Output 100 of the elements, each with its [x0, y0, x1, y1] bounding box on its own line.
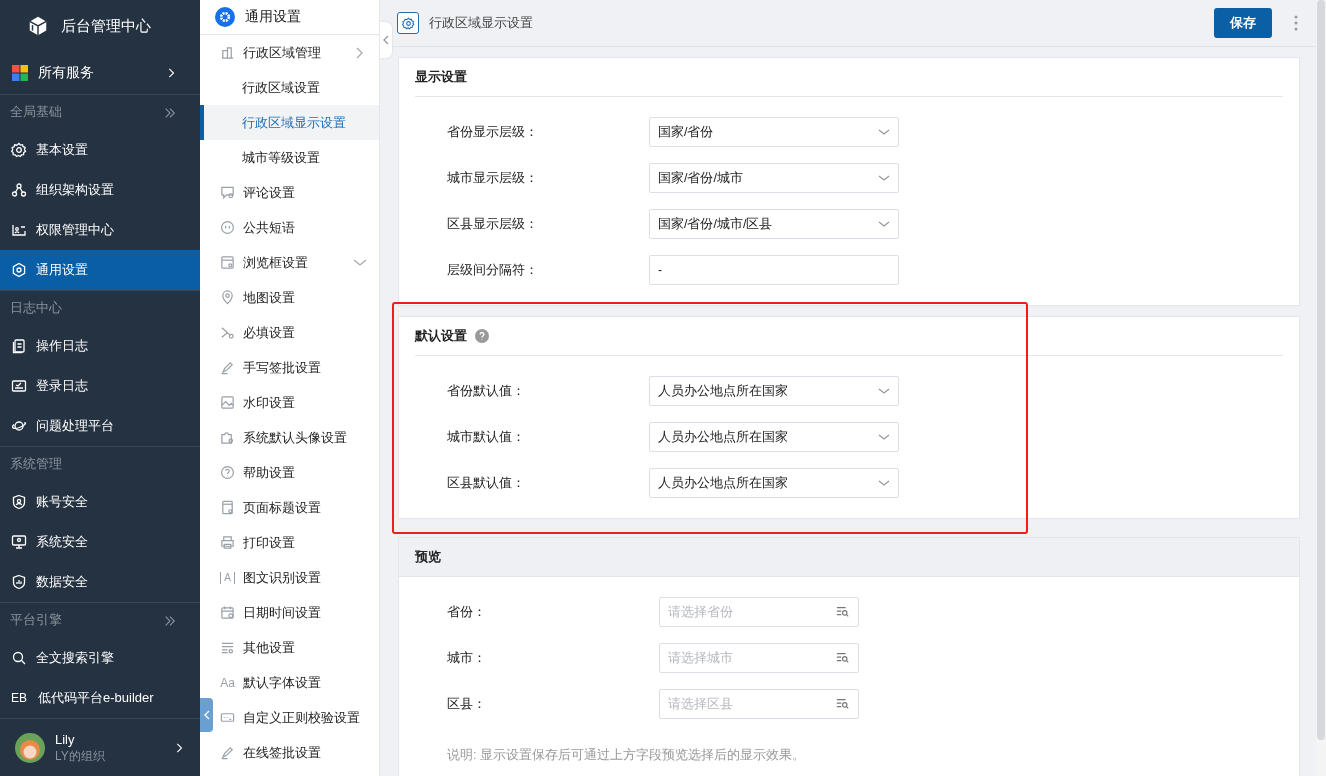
app-title: 后台管理中心 — [61, 16, 151, 36]
menu-item[interactable]: 帮助设置 — [213, 455, 379, 490]
nav-item[interactable]: 数据安全 — [0, 562, 200, 602]
pin-icon — [220, 290, 235, 305]
menu-item[interactable]: 评论设置 — [213, 175, 379, 210]
more-icon[interactable] — [1294, 15, 1298, 31]
nodes-icon — [11, 182, 27, 198]
gear-icon — [11, 142, 27, 158]
nav-item[interactable]: 系统安全 — [0, 522, 200, 562]
chevron-right-icon — [166, 66, 176, 80]
select-field[interactable]: 人员办公地点所在国家 — [649, 422, 899, 452]
menu-item[interactable]: 页面标题设置 — [213, 490, 379, 525]
nav-item[interactable]: 操作日志 — [0, 326, 200, 366]
nav-item[interactable]: 全文搜索引擎 — [0, 638, 200, 678]
collapse-tab[interactable] — [380, 22, 392, 58]
input-field[interactable]: - — [649, 255, 899, 285]
double-chevron-icon[interactable] — [164, 105, 176, 120]
document-icon — [11, 338, 27, 354]
section-header: 平台引擎 — [10, 612, 62, 629]
hexagon-icon — [11, 262, 27, 278]
menu-item[interactable]: 在线签批设置 — [213, 735, 379, 770]
select-field[interactable]: 人员办公地点所在国家 — [649, 376, 899, 406]
menu-title: 通用设置 — [245, 8, 301, 26]
menu-item[interactable]: 浏览框设置 — [213, 245, 379, 280]
nav-item[interactable]: 基本设置 — [0, 130, 200, 170]
field-label: 城市： — [447, 649, 487, 667]
pen-icon — [220, 745, 235, 760]
comment-icon — [220, 185, 235, 200]
menu-item[interactable]: 行政区域管理 — [213, 35, 379, 70]
menu-item[interactable]: 水印设置 — [213, 385, 379, 420]
help-icon[interactable] — [475, 329, 489, 343]
gear-icon — [397, 12, 419, 34]
field-label: 城市默认值： — [447, 428, 526, 446]
menu-item[interactable]: 必填设置 — [213, 315, 379, 350]
window-icon — [220, 255, 235, 270]
field-label: 省份显示层级： — [447, 123, 539, 141]
nav-item[interactable]: 组织架构设置 — [0, 170, 200, 210]
id-card-icon — [11, 222, 27, 238]
menu-item[interactable]: 手写签批设置 — [213, 350, 379, 385]
section-header: 日志中心 — [10, 300, 62, 317]
collapse-tab[interactable] — [200, 698, 213, 732]
nav-item[interactable]: 登录日志 — [0, 366, 200, 406]
card-title: 预览 — [415, 548, 441, 566]
pen-icon — [220, 360, 235, 375]
screen-icon — [11, 378, 27, 394]
field-label: 区县显示层级： — [447, 215, 539, 233]
nav-item[interactable]: 通用设置 — [0, 250, 200, 290]
select-field[interactable]: 人员办公地点所在国家 — [649, 468, 899, 498]
font-icon: Aa — [220, 675, 235, 690]
gear-badge-icon — [215, 7, 235, 27]
nav-item[interactable]: 账号安全 — [0, 482, 200, 522]
page-title: 行政区域显示设置 — [429, 14, 534, 32]
calendar-icon — [220, 605, 235, 620]
search-icon — [11, 650, 27, 666]
planet-icon — [11, 418, 27, 434]
avatar — [15, 733, 45, 763]
list-search-icon — [836, 651, 850, 665]
menu-item[interactable]: 公共短语 — [213, 210, 379, 245]
menu-item[interactable]: 行政区域设置 — [200, 70, 379, 105]
menu-item[interactable]: 打印设置 — [213, 525, 379, 560]
card-title: 默认设置 — [415, 327, 467, 345]
eb-icon: EB — [11, 691, 29, 705]
menu-item[interactable]: 城市等级设置 — [200, 140, 379, 175]
field-label: 省份： — [447, 603, 487, 621]
menu-item[interactable]: 日期时间设置 — [213, 595, 379, 630]
printer-icon — [220, 535, 235, 550]
user-org: LY的组织 — [55, 748, 106, 764]
menu-item[interactable]: A 图文识别设置 — [213, 560, 379, 595]
field-label: 城市显示层级： — [447, 169, 539, 187]
page-icon — [220, 500, 235, 515]
menu-item[interactable]: 系统默认头像设置 — [213, 420, 379, 455]
cube-logo-icon — [27, 15, 49, 37]
scrollbar[interactable] — [1316, 0, 1326, 776]
select-field[interactable]: 国家/省份/城市 — [649, 163, 899, 193]
select-field[interactable]: 国家/省份 — [649, 117, 899, 147]
menu-item[interactable]: Aa 默认字体设置 — [213, 665, 379, 700]
list-icon — [220, 640, 235, 655]
field-label: 层级间分隔符： — [447, 261, 539, 279]
list-search-icon — [836, 697, 850, 711]
tiles-icon — [12, 65, 28, 81]
menu-item[interactable]: 自定义正则校验设置 — [213, 700, 379, 735]
field-label: 区县默认值： — [447, 474, 526, 492]
double-chevron-icon[interactable] — [164, 613, 176, 628]
menu-item[interactable]: 地图设置 — [213, 280, 379, 315]
shield-icon — [11, 574, 27, 590]
shield-user-icon — [11, 494, 27, 510]
menu-item[interactable]: 其他设置 — [213, 630, 379, 665]
nav-item[interactable]: 权限管理中心 — [0, 210, 200, 250]
section-header: 全局基础 — [10, 104, 62, 121]
user-name: Lily — [55, 732, 76, 748]
scissors-icon — [220, 325, 235, 340]
chevron-right-icon[interactable] — [174, 741, 184, 755]
nav-item[interactable]: EB 低代码平台e-builder — [0, 678, 200, 718]
save-button[interactable]: 保存 — [1214, 8, 1272, 38]
select-field[interactable]: 国家/省份/城市/区县 — [649, 209, 899, 239]
all-services-item[interactable]: 所有服务 — [0, 52, 200, 95]
monitor-icon — [11, 534, 27, 550]
nav-item[interactable]: 问题处理平台 — [0, 406, 200, 446]
note-text: 说明: 显示设置保存后可通过上方字段预览选择后的显示效果。 — [446, 747, 806, 764]
menu-item[interactable]: 行政区域显示设置 — [200, 105, 379, 140]
